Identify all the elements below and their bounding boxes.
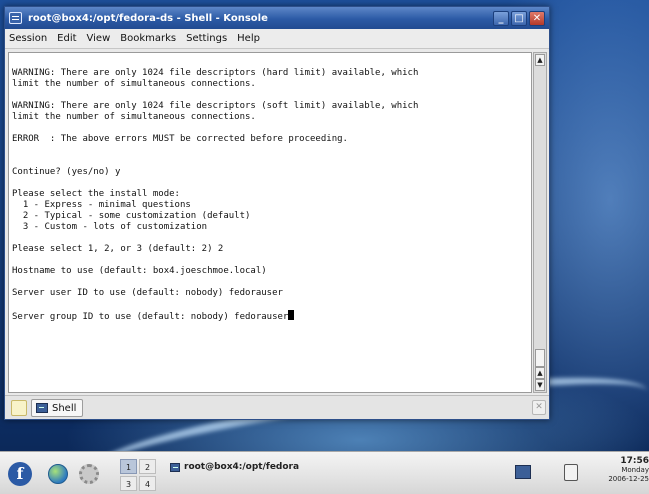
scroll-up-arrow-icon[interactable]: ▲ [535,54,545,66]
desktop-1[interactable]: 1 [120,459,137,474]
terminal-line: 3 - Custom - lots of customization [12,222,208,232]
terminal-prompt-text: Server group ID to use (default: nobody)… [12,312,289,322]
menu-view[interactable]: View [87,33,111,44]
scroll-up-arrow-icon[interactable]: ▲ [535,367,545,379]
taskbar-konsole-button[interactable]: root@box4:/opt/fedora [170,459,340,475]
desktop-3[interactable]: 3 [120,476,137,491]
terminal-line: ERROR : The above errors MUST be correct… [12,134,348,144]
close-button[interactable]: ✕ [529,10,545,26]
maximize-button[interactable]: □ [511,10,527,26]
clipboard-tray-icon[interactable] [564,464,578,481]
system-settings-icon[interactable] [79,464,99,484]
terminal-output[interactable]: WARNING: There are only 1024 file descri… [8,52,532,393]
terminal-line: limit the number of simultaneous connect… [12,79,256,89]
terminal-line: 1 - Express - minimal questions [12,200,191,210]
session-tab-bar: Shell ✕ [5,395,549,419]
scroll-down-arrow-icon[interactable]: ▼ [535,379,545,391]
taskbar: f 1 2 3 4 root@box4:/opt/fedora 17:56 Mo… [0,451,649,494]
web-browser-icon[interactable] [48,464,68,484]
terminal-icon [36,403,48,413]
clock-day: Monday [621,466,649,474]
taskbar-konsole-label: root@box4:/opt/fedora [184,462,300,472]
close-session-button[interactable]: ✕ [532,400,546,415]
desktop-2[interactable]: 2 [139,459,156,474]
new-session-icon[interactable] [11,400,27,416]
terminal-line: WARNING: There are only 1024 file descri… [12,101,419,111]
menu-settings[interactable]: Settings [186,33,227,44]
tab-shell-label: Shell [52,402,77,414]
window-titlebar[interactable]: root@box4:/opt/fedora-ds - Shell - Konso… [5,7,549,29]
menu-bar: Session Edit View Bookmarks Settings Hel… [5,29,549,49]
clock-time: 17:56 [620,456,649,466]
konsole-window-icon[interactable] [9,12,22,24]
minimize-button[interactable]: _ [493,10,509,26]
terminal-line: 2 - Typical - some customization (defaul… [12,211,251,221]
menu-session[interactable]: Session [9,33,47,44]
text-cursor [288,310,295,320]
tab-shell[interactable]: Shell [31,399,83,417]
fedora-menu-icon[interactable]: f [8,462,32,486]
clock[interactable]: 17:56 Monday 2006-12-25 [605,456,649,484]
network-tray-icon[interactable] [515,465,531,479]
terminal-prompt-line: Server group ID to use (default: nobody)… [12,310,529,322]
window-title: root@box4:/opt/fedora-ds - Shell - Konso… [28,12,268,24]
terminal-line: Server user ID to use (default: nobody) … [12,288,283,298]
desktop-4[interactable]: 4 [139,476,156,491]
clock-date: 2006-12-25 [608,475,649,483]
menu-help[interactable]: Help [237,33,260,44]
konsole-window: root@box4:/opt/fedora-ds - Shell - Konso… [4,6,550,420]
terminal-line: Continue? (yes/no) y [12,167,121,177]
terminal-line: Please select the install mode: [12,189,180,199]
terminal-line: Hostname to use (default: box4.joeschmoe… [12,266,267,276]
terminal-line: WARNING: There are only 1024 file descri… [12,68,419,78]
terminal-line: limit the number of simultaneous connect… [12,112,256,122]
scrollbar-thumb[interactable] [535,349,545,367]
menu-edit[interactable]: Edit [57,33,76,44]
terminal-scrollbar[interactable]: ▲ ▲ ▼ [533,52,547,393]
terminal-icon [170,462,180,472]
menu-bookmarks[interactable]: Bookmarks [120,33,176,44]
terminal-line: Please select 1, 2, or 3 (default: 2) 2 [12,244,224,254]
